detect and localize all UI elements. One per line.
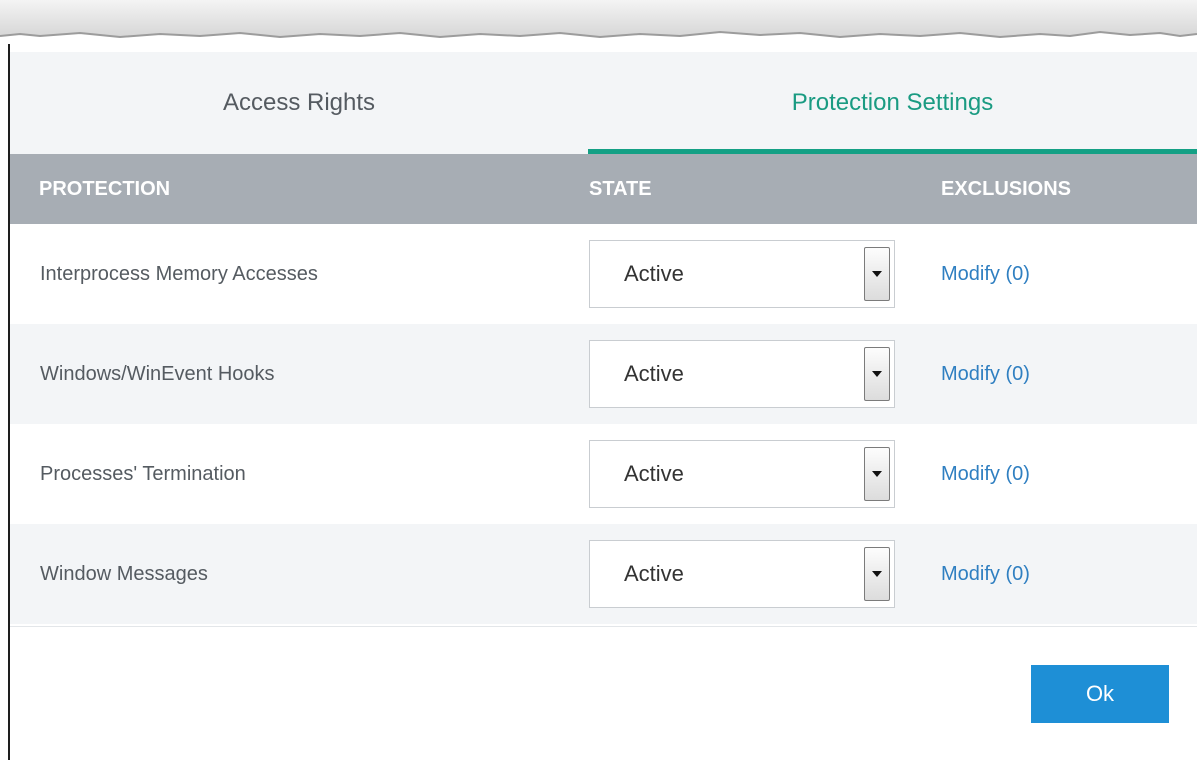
chevron-down-icon[interactable] — [864, 247, 890, 301]
modify-exclusions-link[interactable]: Modify (0) — [941, 324, 1030, 424]
modify-exclusions-link[interactable]: Modify (0) — [941, 524, 1030, 624]
protection-dialog: Access Rights Protection Settings PROTEC… — [10, 52, 1197, 760]
table-row: Window Messages Active Modify (0) — [10, 524, 1197, 624]
chevron-down-icon[interactable] — [864, 547, 890, 601]
tab-access-rights[interactable]: Access Rights — [10, 52, 588, 154]
tab-protection-settings[interactable]: Protection Settings — [588, 52, 1197, 154]
state-select[interactable]: Active — [589, 540, 895, 608]
column-header-exclusions: EXCLUSIONS — [941, 177, 1072, 200]
state-select[interactable]: Active — [589, 340, 895, 408]
column-header-state: STATE — [589, 177, 652, 200]
ok-button[interactable]: Ok — [1031, 665, 1169, 723]
state-select[interactable]: Active — [589, 440, 895, 508]
protection-name: Windows/WinEvent Hooks — [40, 362, 275, 385]
state-value: Active — [624, 561, 684, 586]
state-value: Active — [624, 261, 684, 286]
table-row: Interprocess Memory Accesses Active Modi… — [10, 224, 1197, 324]
chevron-down-icon[interactable] — [864, 447, 890, 501]
divider — [10, 626, 1197, 627]
protection-name: Processes' Termination — [40, 462, 246, 485]
protection-name: Interprocess Memory Accesses — [40, 262, 318, 285]
modify-exclusions-link[interactable]: Modify (0) — [941, 424, 1030, 524]
table-row: Windows/WinEvent Hooks Active Modify (0) — [10, 324, 1197, 424]
state-value: Active — [624, 461, 684, 486]
table-header: PROTECTION STATE EXCLUSIONS — [10, 154, 1197, 224]
column-header-protection: PROTECTION — [39, 177, 171, 200]
torn-edge — [0, 0, 1197, 60]
tab-bar: Access Rights Protection Settings — [10, 52, 1197, 154]
modify-exclusions-link[interactable]: Modify (0) — [941, 224, 1030, 324]
state-select[interactable]: Active — [589, 240, 895, 308]
protection-name: Window Messages — [40, 562, 208, 585]
state-value: Active — [624, 361, 684, 386]
chevron-down-icon[interactable] — [864, 347, 890, 401]
table-row: Processes' Termination Active Modify (0) — [10, 424, 1197, 524]
